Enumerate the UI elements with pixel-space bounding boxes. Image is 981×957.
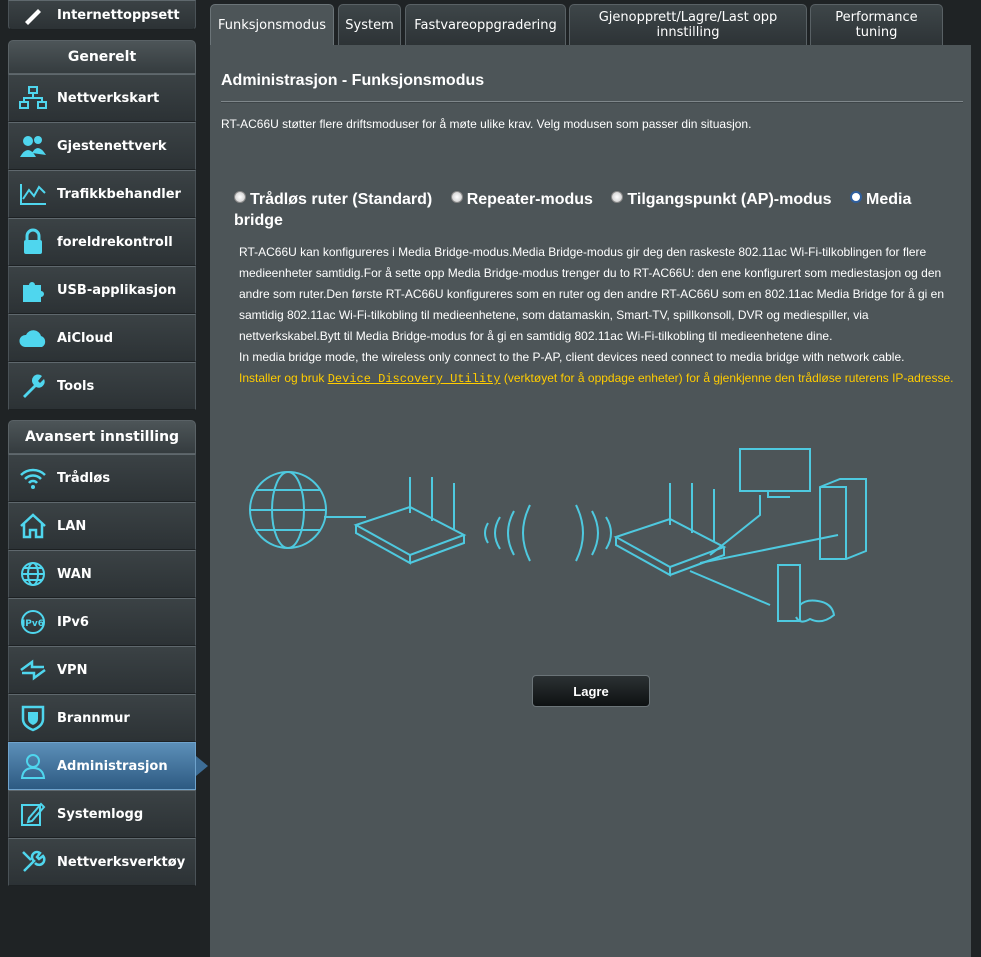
- sidebar-item-label: WAN: [57, 566, 92, 582]
- radio-button-selected[interactable]: [850, 191, 862, 203]
- cloud-icon: [9, 315, 57, 361]
- sidebar-item-label: Trafikkbehandler: [57, 186, 181, 202]
- sidebar-item-label: Brannmur: [57, 710, 130, 726]
- group-header-advanced: Avansert innstilling: [8, 420, 196, 454]
- guest-network-icon: [9, 123, 57, 169]
- tab-performance-tuning[interactable]: Performance tuning: [810, 4, 943, 45]
- install-suffix: (verktøyet for å oppdage enheter) for å …: [500, 371, 954, 385]
- sidebar-item-vpn[interactable]: VPN: [8, 646, 196, 694]
- internet-globe-icon: [249, 471, 327, 549]
- general-group: Generelt Nettverkskart Gjestenettverk Tr…: [8, 40, 196, 410]
- mode-description: RT-AC66U kan konfigureres i Media Bridge…: [239, 242, 954, 390]
- sidebar-item-administration[interactable]: Administrasjon: [8, 742, 208, 790]
- intro-text: RT-AC66U støtter flere driftsmoduser for…: [221, 117, 752, 131]
- globe-icon: [9, 551, 57, 597]
- sidebar-item-label: Administrasjon: [57, 758, 168, 774]
- sidebar-item-lan[interactable]: LAN: [8, 502, 196, 550]
- sidebar-item-label: Tools: [57, 378, 95, 394]
- radio-button[interactable]: [450, 191, 463, 203]
- radio-button[interactable]: [234, 191, 246, 203]
- sidebar-item-network-map[interactable]: Nettverkskart: [8, 74, 196, 122]
- svg-text:IPv6: IPv6: [22, 619, 44, 629]
- mode-option-wireless-router[interactable]: Trådløs ruter (Standard): [234, 191, 432, 208]
- tab-restore-save-upload[interactable]: Gjenopprett/Lagre/Last opp innstilling: [569, 4, 807, 45]
- media-bridge-note: In media bridge mode, the wireless only …: [239, 350, 905, 364]
- operation-mode-selector: Trådløs ruter (Standard) Repeater-modus …: [234, 189, 934, 231]
- mode-option-access-point[interactable]: Tilgangspunkt (AP)-modus: [611, 191, 832, 208]
- sidebar-item-tools[interactable]: Tools: [8, 362, 196, 410]
- sidebar-item-label: Systemlogg: [57, 806, 144, 822]
- install-hint: Installer og bruk Device Discovery Utili…: [239, 368, 954, 390]
- advanced-group: Avansert innstilling Trådløs LAN WAN IPv…: [8, 420, 208, 886]
- mode-label: Tilgangspunkt (AP)-modus: [627, 191, 832, 208]
- media-bridge-illustration: [249, 448, 867, 623]
- sidebar-item-label: AiCloud: [57, 330, 114, 346]
- sidebar-item-label: Gjestenettverk: [57, 138, 167, 154]
- sidebar-item-label: foreldrekontroll: [57, 234, 173, 250]
- sidebar-item-label: Nettverksverktøy: [57, 854, 186, 870]
- log-edit-icon: [9, 791, 57, 837]
- home-icon: [9, 503, 57, 549]
- save-button[interactable]: Lagre: [532, 675, 650, 707]
- sidebar-item-guest-network[interactable]: Gjestenettverk: [8, 122, 196, 170]
- sidebar: Internettoppsett Generelt Nettverkskart …: [8, 0, 208, 886]
- smart-tv-icon: [739, 448, 811, 498]
- wrench-icon: [9, 363, 57, 409]
- radio-button[interactable]: [611, 191, 624, 203]
- sidebar-item-label: Nettverkskart: [57, 90, 160, 106]
- sidebar-item-network-tools[interactable]: Nettverksverktøy: [8, 838, 196, 886]
- sidebar-item-label: Internettoppsett: [57, 7, 180, 23]
- sidebar-item-wan[interactable]: WAN: [8, 550, 196, 598]
- tab-firmware-upgrade[interactable]: Fastvareoppgradering: [405, 4, 566, 45]
- description-text: RT-AC66U kan konfigureres i Media Bridge…: [239, 245, 945, 343]
- sidebar-item-traffic[interactable]: Trafikkbehandler: [8, 170, 196, 218]
- sidebar-item-label: USB-applikasjon: [57, 282, 177, 298]
- sidebar-item-usb-application[interactable]: USB-applikasjon: [8, 266, 196, 314]
- sidebar-item-ipv6[interactable]: IPv6 IPv6: [8, 598, 196, 646]
- wireless-signal-icon: [484, 504, 612, 562]
- computer-icon: [819, 478, 867, 560]
- sidebar-item-label: IPv6: [57, 614, 89, 630]
- content-panel: Administrasjon - Funksjonsmodus RT-AC66U…: [210, 45, 971, 957]
- sidebar-item-aicloud[interactable]: AiCloud: [8, 314, 196, 362]
- wifi-icon: [9, 455, 57, 501]
- sidebar-item-system-log[interactable]: Systemlogg: [8, 790, 196, 838]
- traffic-icon: [9, 171, 57, 217]
- lock-icon: [9, 219, 57, 265]
- sidebar-item-firewall[interactable]: Brannmur: [8, 694, 196, 742]
- tab-operation-mode[interactable]: Funksjonsmodus: [210, 4, 334, 45]
- mode-option-repeater[interactable]: Repeater-modus: [450, 191, 593, 208]
- network-map-icon: [9, 75, 57, 121]
- ipv6-icon: IPv6: [9, 599, 57, 645]
- sidebar-item-wireless[interactable]: Trådløs: [8, 454, 196, 502]
- globe-icon: [9, 1, 57, 29]
- game-console-icon: [777, 564, 836, 623]
- admin-user-icon: [9, 743, 57, 789]
- mode-label: Trådløs ruter (Standard): [250, 191, 433, 208]
- page-title: Administrasjon - Funksjonsmodus: [221, 72, 485, 89]
- puzzle-icon: [9, 267, 57, 313]
- sidebar-item-label: Trådløs: [57, 470, 111, 486]
- sidebar-item-parental-control[interactable]: foreldrekontroll: [8, 218, 196, 266]
- mode-label: Repeater-modus: [466, 191, 593, 208]
- tab-system[interactable]: System: [338, 4, 401, 45]
- sidebar-item-label: VPN: [57, 662, 88, 678]
- group-header-general: Generelt: [8, 40, 196, 74]
- sidebar-item-internet-setup[interactable]: Internettoppsett: [8, 0, 196, 30]
- install-prefix: Installer og bruk: [239, 371, 328, 385]
- router-icon: [353, 477, 467, 565]
- shield-icon: [9, 695, 57, 741]
- vpn-icon: [9, 647, 57, 693]
- tools-icon: [9, 839, 57, 885]
- title-divider: [221, 101, 963, 103]
- sidebar-item-label: LAN: [57, 518, 87, 534]
- device-discovery-link[interactable]: Device Discovery Utility: [328, 372, 501, 386]
